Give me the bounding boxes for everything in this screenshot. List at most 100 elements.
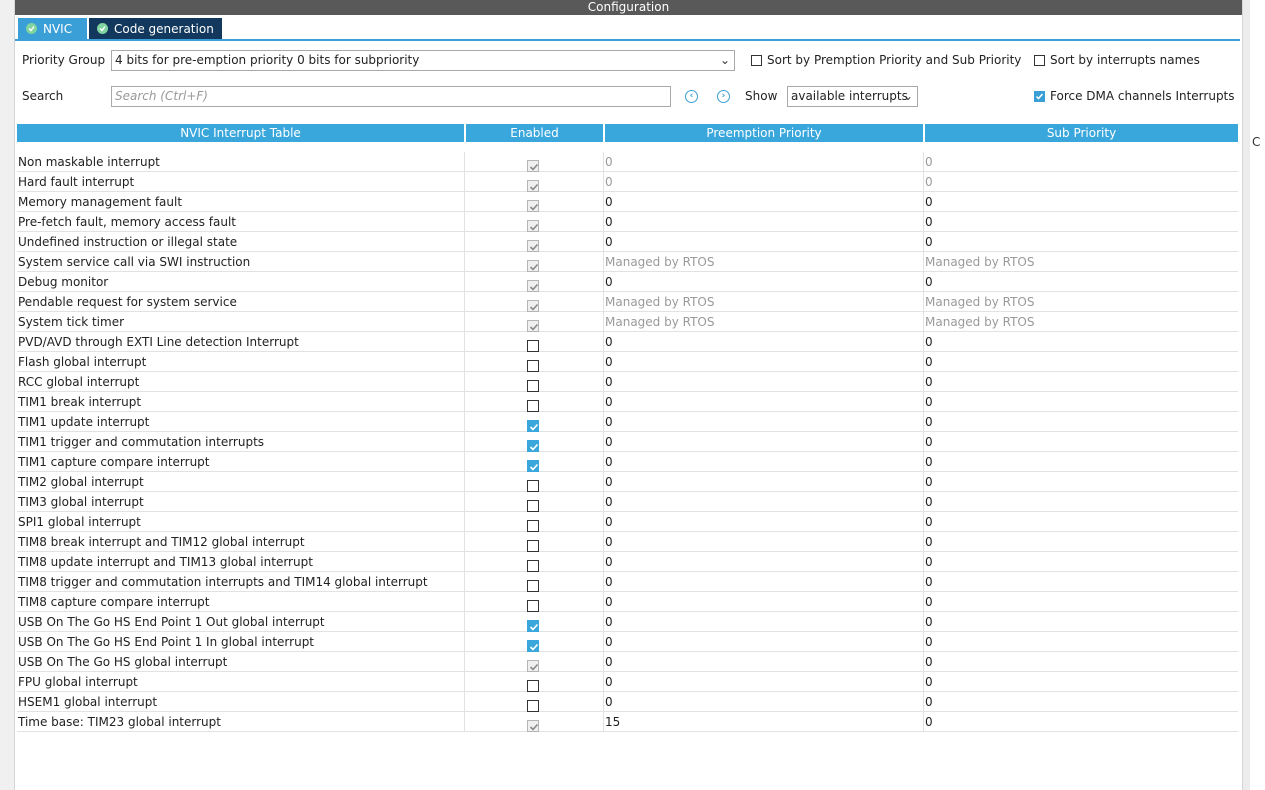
header-nvic-interrupt-table[interactable]: NVIC Interrupt Table (17, 124, 464, 142)
preemption-priority-cell[interactable]: 0 (605, 492, 613, 512)
table-row[interactable]: Hard fault interrupt 0 0 (17, 172, 1238, 192)
enabled-checkbox[interactable] (527, 520, 539, 532)
preemption-priority-cell[interactable]: 0 (605, 592, 613, 612)
enabled-checkbox[interactable] (527, 580, 539, 592)
table-row[interactable]: Non maskable interrupt 0 0 (17, 152, 1238, 172)
table-row[interactable]: Time base: TIM23 global interrupt 15 0 (17, 712, 1238, 732)
enabled-checkbox[interactable] (527, 480, 539, 492)
table-row[interactable]: TIM1 trigger and commutation interrupts 0… (17, 432, 1238, 452)
sub-priority-cell[interactable]: Managed by RTOS (925, 292, 1035, 312)
sub-priority-cell[interactable]: 0 (925, 432, 933, 452)
preemption-priority-cell[interactable]: 0 (605, 212, 613, 232)
table-row[interactable]: TIM2 global interrupt 0 0 (17, 472, 1238, 492)
sub-priority-cell[interactable]: 0 (925, 492, 933, 512)
table-row[interactable]: TIM1 break interrupt 0 0 (17, 392, 1238, 412)
sort-names-checkbox[interactable] (1034, 55, 1045, 66)
table-row[interactable]: TIM8 update interrupt and TIM13 global i… (17, 552, 1238, 572)
tab-code-generation[interactable]: Code generation (89, 18, 222, 39)
preemption-priority-cell[interactable]: Managed by RTOS (605, 252, 715, 272)
table-row[interactable]: Pendable request for system service Manag… (17, 292, 1238, 312)
tab-nvic[interactable]: NVIC (18, 18, 87, 39)
table-row[interactable]: TIM8 break interrupt and TIM12 global in… (17, 532, 1238, 552)
preemption-priority-cell[interactable]: 0 (605, 672, 613, 692)
preemption-priority-cell[interactable]: 0 (605, 192, 613, 212)
table-row[interactable]: USB On The Go HS global interrupt 0 0 (17, 652, 1238, 672)
sub-priority-cell[interactable]: 0 (925, 212, 933, 232)
preemption-priority-cell[interactable]: 0 (605, 472, 613, 492)
header-enabled[interactable]: Enabled (466, 124, 603, 142)
sub-priority-cell[interactable]: 0 (925, 192, 933, 212)
enabled-checkbox[interactable] (527, 340, 539, 352)
preemption-priority-cell[interactable]: 0 (605, 332, 613, 352)
header-sub-priority[interactable]: Sub Priority (925, 124, 1238, 142)
preemption-priority-cell[interactable]: 0 (605, 532, 613, 552)
header-preemption-priority[interactable]: Preemption Priority (605, 124, 923, 142)
sub-priority-cell[interactable]: 0 (925, 712, 933, 732)
table-row[interactable]: FPU global interrupt 0 0 (17, 672, 1238, 692)
table-row[interactable]: TIM8 capture compare interrupt 0 0 (17, 592, 1238, 612)
enabled-checkbox[interactable] (527, 540, 539, 552)
preemption-priority-cell[interactable]: 0 (605, 452, 613, 472)
preemption-priority-cell[interactable]: 0 (605, 412, 613, 432)
enabled-checkbox[interactable] (527, 500, 539, 512)
table-row[interactable]: TIM1 capture compare interrupt 0 0 (17, 452, 1238, 472)
table-row[interactable]: System tick timer Managed by RTOS Managed … (17, 312, 1238, 332)
search-previous-icon[interactable]: ‹ (685, 90, 698, 103)
preemption-priority-cell[interactable]: 0 (605, 552, 613, 572)
sub-priority-cell[interactable]: 0 (925, 272, 933, 292)
table-row[interactable]: Flash global interrupt 0 0 (17, 352, 1238, 372)
preemption-priority-cell[interactable]: 0 (605, 172, 613, 192)
enabled-checkbox[interactable] (527, 440, 539, 452)
preemption-priority-cell[interactable]: 0 (605, 152, 613, 172)
search-next-icon[interactable]: › (717, 90, 730, 103)
sub-priority-cell[interactable]: 0 (925, 232, 933, 252)
sub-priority-cell[interactable]: 0 (925, 172, 933, 192)
preemption-priority-cell[interactable]: 0 (605, 352, 613, 372)
sub-priority-cell[interactable]: 0 (925, 692, 933, 712)
sub-priority-cell[interactable]: 0 (925, 572, 933, 592)
right-scrollbar[interactable] (1242, 0, 1250, 790)
enabled-checkbox[interactable] (527, 640, 539, 652)
preemption-priority-cell[interactable]: 15 (605, 712, 620, 732)
table-row[interactable]: TIM3 global interrupt 0 0 (17, 492, 1238, 512)
table-row[interactable]: Debug monitor 0 0 (17, 272, 1238, 292)
enabled-checkbox[interactable] (527, 360, 539, 372)
sub-priority-cell[interactable]: 0 (925, 612, 933, 632)
preemption-priority-cell[interactable]: 0 (605, 652, 613, 672)
sub-priority-cell[interactable]: 0 (925, 392, 933, 412)
preemption-priority-cell[interactable]: 0 (605, 432, 613, 452)
search-input[interactable]: Search (Ctrl+F) (111, 86, 671, 107)
sub-priority-cell[interactable]: 0 (925, 332, 933, 352)
preemption-priority-cell[interactable]: 0 (605, 632, 613, 652)
sort-premption-checkbox[interactable] (751, 55, 762, 66)
show-select[interactable]: available interrupts ⌄ (787, 86, 918, 107)
table-row[interactable]: PVD/AVD through EXTI Line detection Inte… (17, 332, 1238, 352)
table-row[interactable]: USB On The Go HS End Point 1 In global i… (17, 632, 1238, 652)
enabled-checkbox[interactable] (527, 460, 539, 472)
sub-priority-cell[interactable]: 0 (925, 512, 933, 532)
preemption-priority-cell[interactable]: 0 (605, 612, 613, 632)
sub-priority-cell[interactable]: 0 (925, 452, 933, 472)
sub-priority-cell[interactable]: 0 (925, 592, 933, 612)
table-row[interactable]: Pre-fetch fault, memory access fault 0 0 (17, 212, 1238, 232)
preemption-priority-cell[interactable]: 0 (605, 372, 613, 392)
force-dma-checkbox[interactable] (1034, 91, 1045, 102)
sub-priority-cell[interactable]: 0 (925, 532, 933, 552)
preemption-priority-cell[interactable]: 0 (605, 272, 613, 292)
enabled-checkbox[interactable] (527, 700, 539, 712)
preemption-priority-cell[interactable]: 0 (605, 692, 613, 712)
enabled-checkbox[interactable] (527, 560, 539, 572)
sub-priority-cell[interactable]: Managed by RTOS (925, 252, 1035, 272)
preemption-priority-cell[interactable]: 0 (605, 572, 613, 592)
preemption-priority-cell[interactable]: Managed by RTOS (605, 292, 715, 312)
sub-priority-cell[interactable]: 0 (925, 152, 933, 172)
preemption-priority-cell[interactable]: 0 (605, 392, 613, 412)
sub-priority-cell[interactable]: 0 (925, 372, 933, 392)
preemption-priority-cell[interactable]: 0 (605, 232, 613, 252)
table-row[interactable]: TIM8 trigger and commutation interrupts … (17, 572, 1238, 592)
table-row[interactable]: TIM1 update interrupt 0 0 (17, 412, 1238, 432)
sub-priority-cell[interactable]: 0 (925, 632, 933, 652)
sub-priority-cell[interactable]: 0 (925, 552, 933, 572)
sub-priority-cell[interactable]: 0 (925, 672, 933, 692)
priority-group-select[interactable]: 4 bits for pre-emption priority 0 bits f… (111, 50, 735, 71)
